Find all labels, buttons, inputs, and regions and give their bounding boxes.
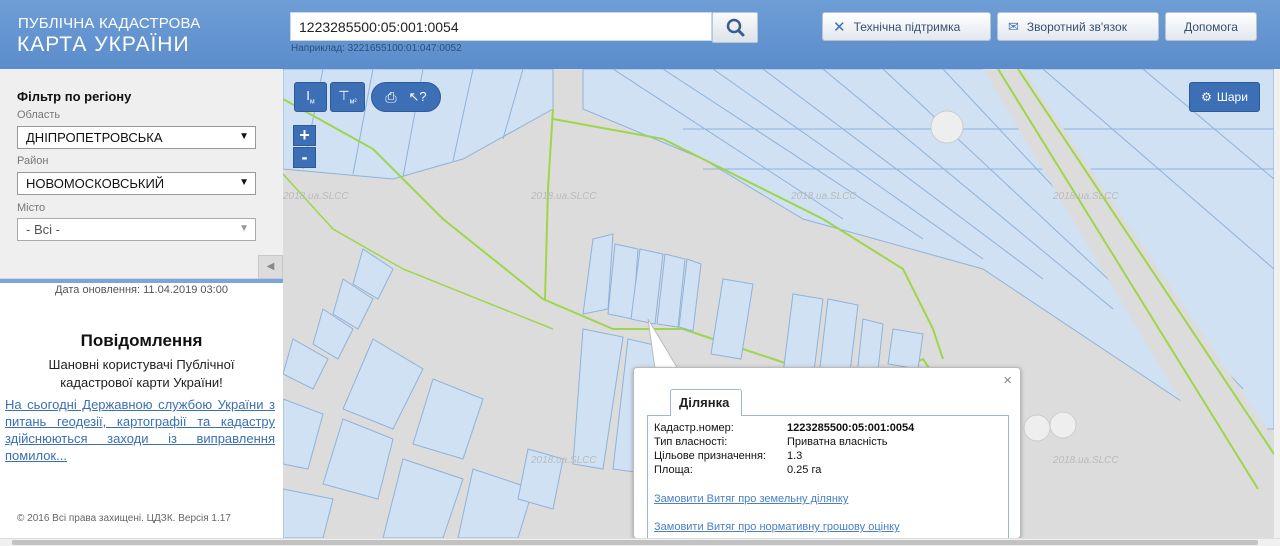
ruler-icon: Iм: [306, 88, 315, 106]
order-extract-link[interactable]: Замовити Витяг про земельну ділянку: [654, 493, 848, 505]
tab-parcel[interactable]: Ділянка: [670, 389, 742, 416]
header: ПУБЛІЧНА КАДАСТРОВА КАРТА УКРАЇНИ Наприк…: [0, 0, 1280, 69]
feedback-label: Зворотний зв'язок: [1026, 19, 1127, 34]
order-valuation-link[interactable]: Замовити Витяг про нормативну грошову оц…: [654, 521, 900, 533]
help-label: Допомога: [1184, 19, 1238, 34]
update-date: Дата оновлення: 11.04.2019 03:00: [55, 284, 228, 296]
logo-line2[interactable]: КАРТА УКРАЇНИ: [17, 33, 190, 57]
logo-line1: ПУБЛІЧНА КАДАСТРОВА: [18, 15, 201, 32]
rayon-select[interactable]: НОВОМОСКОВСЬКИЙ ▼: [17, 172, 256, 195]
filter-title: Фільтр по регіону: [17, 89, 132, 104]
sidebar: Фільтр по регіону Область ДНІПРОПЕТРОВСЬ…: [0, 69, 283, 540]
horizontal-scroll-thumb[interactable]: [12, 540, 1258, 545]
map-watermark: 2018.ua.SLCC: [790, 191, 857, 202]
parcel-info-panel: Кадастр.номер: 1223285500:05:001:0054 Ти…: [647, 415, 1009, 540]
city-value: - Всі -: [26, 222, 60, 237]
zoom-in-button[interactable]: +: [293, 125, 316, 146]
copyright: © 2016 Всі права захищені. ЦДЗК. Версія …: [17, 513, 231, 524]
area-icon: ⊤м²: [338, 88, 357, 106]
region-filter: Фільтр по регіону Область ДНІПРОПЕТРОВСЬ…: [0, 69, 283, 279]
map-watermark: 2018.ua.SLCC: [1052, 455, 1119, 466]
zoom-out-button[interactable]: -: [293, 147, 316, 168]
gear-icon: ⚙: [1201, 90, 1212, 104]
chevron-down-icon: ▼: [239, 177, 249, 188]
oblast-label: Область: [17, 109, 61, 121]
message-link[interactable]: На сьогодні Державною службою України з …: [5, 396, 275, 464]
oblast-value: ДНІПРОПЕТРОВСЬКА: [26, 130, 163, 145]
help-button[interactable]: Допомога: [1165, 12, 1257, 41]
row-label: Цільове призначення:: [654, 450, 766, 462]
layers-label: Шари: [1216, 90, 1248, 104]
row-label: Площа:: [654, 464, 693, 476]
support-button[interactable]: ✕ Технічна підтримка: [822, 12, 991, 41]
row-value: 1.3: [787, 450, 803, 462]
search-input[interactable]: [290, 12, 712, 41]
map-watermark: 2018.ua.SLCC: [530, 191, 597, 202]
tools-icon: ✕: [833, 18, 846, 36]
chevron-down-icon: ▼: [239, 131, 249, 142]
search-button[interactable]: [712, 12, 758, 43]
measure-area-button[interactable]: ⊤м²: [330, 82, 365, 112]
city-label: Місто: [17, 202, 46, 214]
city-select[interactable]: - Всі - ▼: [17, 218, 256, 241]
search-hint: Наприклад: 3221655100:01:047:0052: [291, 43, 462, 54]
vertical-scrollbar[interactable]: [1274, 69, 1280, 540]
identify-icon[interactable]: ↖?: [409, 89, 427, 105]
chevron-down-icon: ▼: [239, 223, 249, 234]
row-value: 0.25 га: [787, 464, 822, 476]
print-info-group[interactable]: ⎙ ↖?: [371, 82, 441, 112]
envelope-icon: ✉: [1008, 18, 1019, 34]
message-title: Повідомлення: [80, 331, 203, 350]
map-watermark: 2018.ua.SLCC: [283, 191, 349, 202]
rayon-value: НОВОМОСКОВСЬКИЙ: [26, 176, 165, 191]
print-icon[interactable]: ⎙: [385, 89, 396, 106]
measure-length-button[interactable]: Iм: [294, 82, 327, 112]
oblast-select[interactable]: ДНІПРОПЕТРОВСЬКА ▼: [17, 126, 256, 149]
search-icon: [726, 18, 745, 37]
close-icon[interactable]: ×: [1003, 372, 1012, 389]
message-text: Шановні користувачі Публічної кадастрово…: [48, 357, 235, 390]
map-watermark: 2018.ua.SLCC: [1052, 191, 1119, 202]
update-divider: [0, 279, 283, 283]
map-watermark: 2018.ua.SLCC: [530, 455, 597, 466]
support-label: Технічна підтримка: [853, 19, 961, 34]
layers-button[interactable]: ⚙ Шари: [1189, 82, 1260, 112]
feedback-button[interactable]: ✉ Зворотний зв'язок: [997, 12, 1159, 41]
rayon-label: Район: [17, 155, 49, 167]
row-value: Приватна власність: [787, 436, 888, 448]
row-value: 1223285500:05:001:0054: [787, 422, 915, 434]
collapse-sidebar-button[interactable]: ◀: [258, 255, 283, 279]
parcel-popup: × Ділянка Кадастр.номер: 1223285500:05:0…: [633, 367, 1021, 540]
row-label: Кадастр.номер:: [654, 422, 734, 434]
row-label: Тип власності:: [654, 436, 728, 448]
